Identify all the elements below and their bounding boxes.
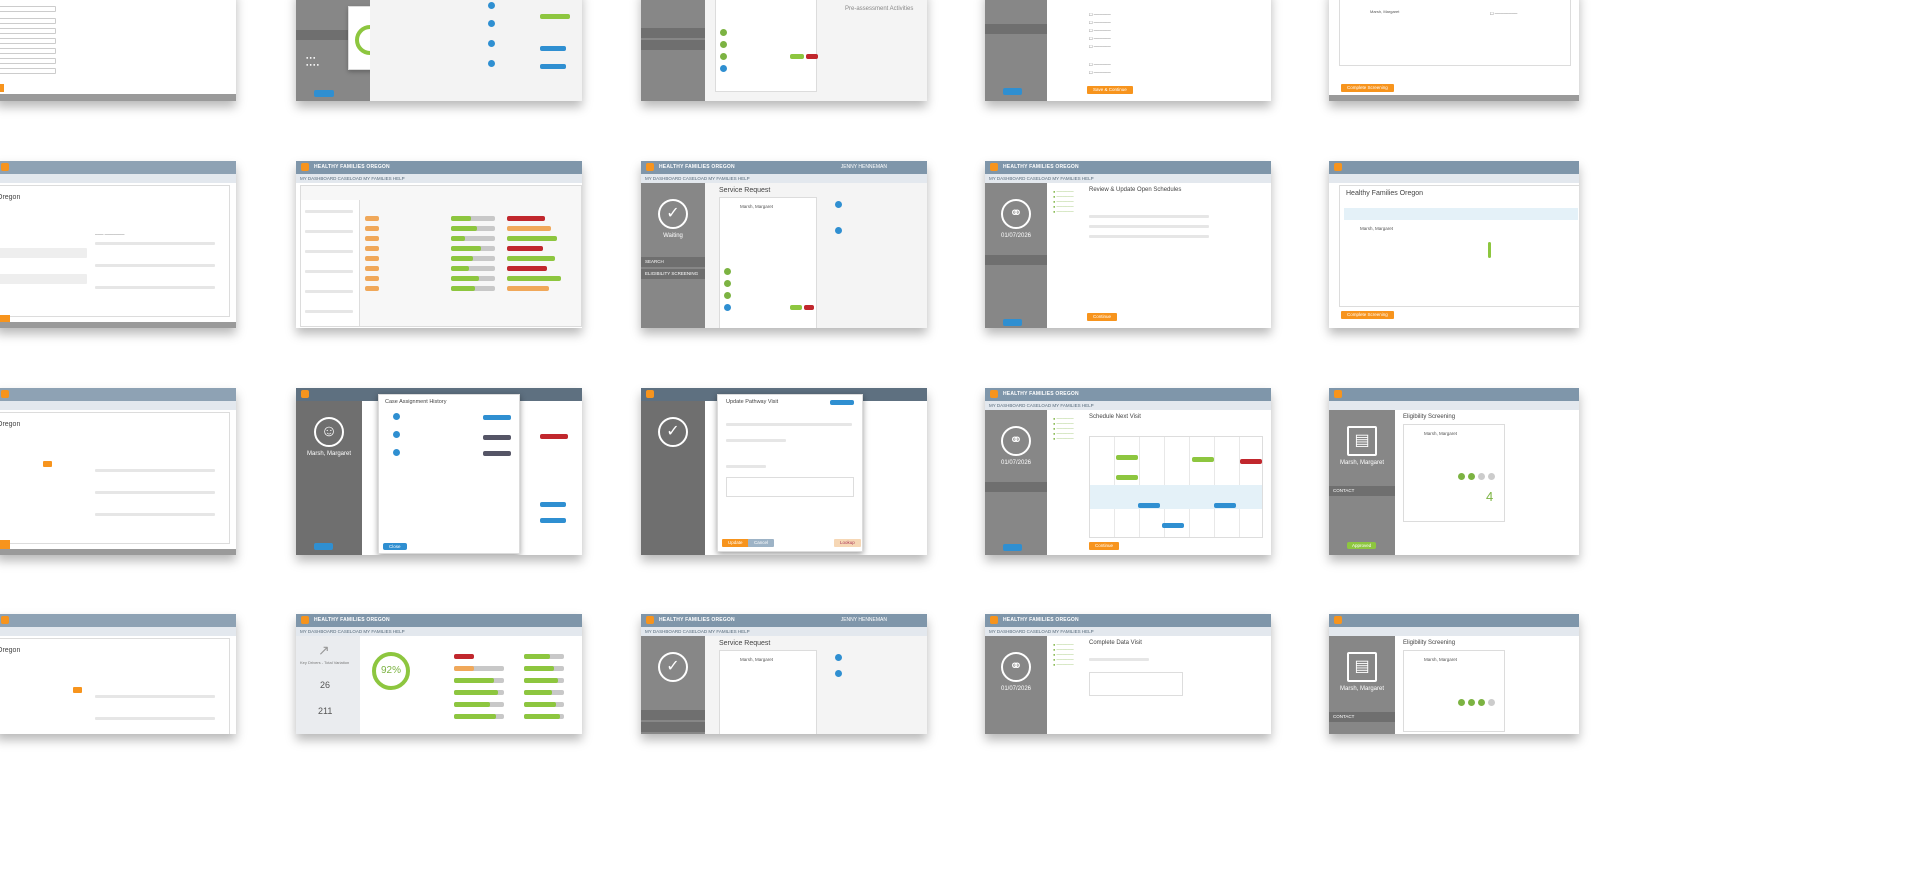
continue-button[interactable]: Continue (1087, 313, 1118, 321)
complete-screening-button[interactable]: Complete Screening (1341, 311, 1394, 319)
thumbnail-r1c4[interactable]: ☐ ────── ☐ ────── ☐ ────── ☐ ────── ☐ ──… (985, 0, 1271, 101)
close-button[interactable]: Close (383, 543, 407, 550)
thumbnail-r4c1[interactable]: Oregon (0, 614, 236, 734)
thumbnail-r2c1[interactable]: Oregon ─── ─────── (0, 161, 236, 328)
thumbnail-r1c1[interactable] (0, 0, 236, 101)
thumbnail-r1c2[interactable]: ● ● ● ● ● ● ● (296, 0, 582, 101)
id-card-icon: ▤ (1347, 652, 1377, 682)
thumbnail-r2c3[interactable]: HEALTHY FAMILIES OREGON JENNY HENNEMAN MY… (641, 161, 927, 328)
thumbnail-r3c2[interactable]: ☺ Marsh, Margaret Case Assignment History… (296, 388, 582, 555)
continue-button[interactable]: Continue (1089, 542, 1120, 550)
thumbnail-r2c2[interactable]: HEALTHY FAMILIES OREGON MY DASHBOARD CAS… (296, 161, 582, 328)
panel-title: Complete Data Visit (1089, 640, 1142, 646)
cancel-button[interactable]: Cancel (748, 539, 775, 547)
handshake-icon: ⚭ (1001, 426, 1031, 456)
lookup-button[interactable]: Lookup (834, 539, 861, 547)
panel-title: Schedule Next Visit (1089, 414, 1141, 420)
count-value: 211 (318, 706, 333, 716)
complete-screening-button[interactable]: Complete Screening (1341, 84, 1394, 92)
thumbnail-r4c2[interactable]: HEALTHY FAMILIES OREGON MY DASHBOARD CAS… (296, 614, 582, 734)
check-circle-icon: ✓ (658, 199, 688, 229)
count-value: 4 (1486, 489, 1494, 504)
handshake-icon: ⚭ (1001, 199, 1031, 229)
thumbnail-r3c4[interactable]: HEALTHY FAMILIES OREGON MY DASHBOARD CAS… (985, 388, 1271, 555)
check-circle-icon: ✓ (658, 417, 688, 447)
person-icon: ☺ (314, 417, 344, 447)
count-value: 26 (320, 680, 331, 690)
panel-title: Service Request (719, 187, 771, 194)
thumbnail-r4c4[interactable]: HEALTHY FAMILIES OREGON MY DASHBOARD CAS… (985, 614, 1271, 734)
panel-title: Healthy Families Oregon (1346, 190, 1424, 197)
chart-icon: ↗ (318, 642, 330, 658)
thumbnail-r1c3[interactable]: Pre-assessment Activities (641, 0, 927, 101)
check-circle-icon: ✓ (658, 652, 688, 682)
panel-title: Service Request (719, 640, 771, 647)
id-card-icon: ▤ (1347, 426, 1377, 456)
panel-title: Pre-assessment Activities (845, 6, 914, 12)
thumbnail-r2c4[interactable]: HEALTHY FAMILIES OREGON MY DASHBOARD CAS… (985, 161, 1271, 328)
update-button[interactable]: Update (722, 539, 749, 547)
dialog-title: Case Assignment History (385, 399, 447, 405)
thumbnail-r4c5[interactable]: ▤ Marsh, Margaret CONTACT Eligibility Scr… (1329, 614, 1579, 734)
thumbnail-r3c3[interactable]: ✓ Update Pathway Visit Update Cancel Loo… (641, 388, 927, 555)
thumbnail-r3c5[interactable]: ▤ Marsh, Margaret CONTACT Approved Eligib… (1329, 388, 1579, 555)
panel-title: Review & Update Open Schedules (1089, 187, 1182, 193)
panel-title: Eligibility Screening (1403, 640, 1456, 646)
handshake-icon: ⚭ (1001, 652, 1031, 682)
thumbnail-r1c5[interactable]: Marsh, Margaret ☐ ──────── Complete Scre… (1329, 0, 1579, 101)
score-ring: 92% (372, 652, 410, 690)
thumbnail-r3c1[interactable]: Oregon (0, 388, 236, 555)
thumbnail-r4c3[interactable]: HEALTHY FAMILIES OREGON JENNY HENNEMAN MY… (641, 614, 927, 734)
thumbnail-r2c5[interactable]: Healthy Families Oregon Marsh, Margaret … (1329, 161, 1579, 328)
save-continue-button[interactable]: Save & Continue (1087, 86, 1133, 94)
panel-title: Eligibility Screening (1403, 414, 1456, 420)
dialog-title: Update Pathway Visit (726, 399, 779, 405)
